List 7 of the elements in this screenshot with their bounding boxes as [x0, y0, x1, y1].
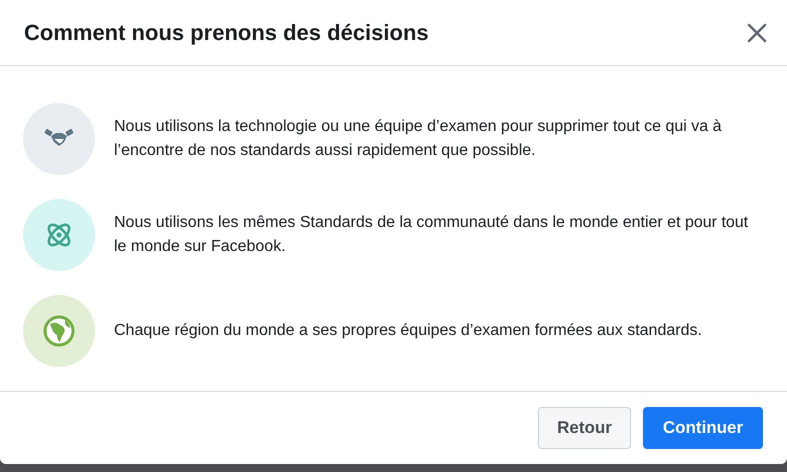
continue-button[interactable]: Continuer	[643, 407, 763, 449]
item-text: Nous utilisons la technologie ou une équipe d’examen pour supprimer tout ce qui va à l’encontre de nos standards aussi rapidement que possible.	[114, 117, 722, 161]
item-text: Nous utilisons les mêmes Standards de la communauté dans le monde entier et pour tout le monde sur Facebook.	[114, 213, 750, 257]
back-button[interactable]: Retour	[538, 407, 631, 449]
close-icon[interactable]	[747, 22, 767, 42]
item-text: Chaque région du monde a ses propres équipes d’examen formées aux standards.	[114, 321, 702, 341]
dialog-title: Comment nous prenons des décisions	[24, 20, 429, 46]
